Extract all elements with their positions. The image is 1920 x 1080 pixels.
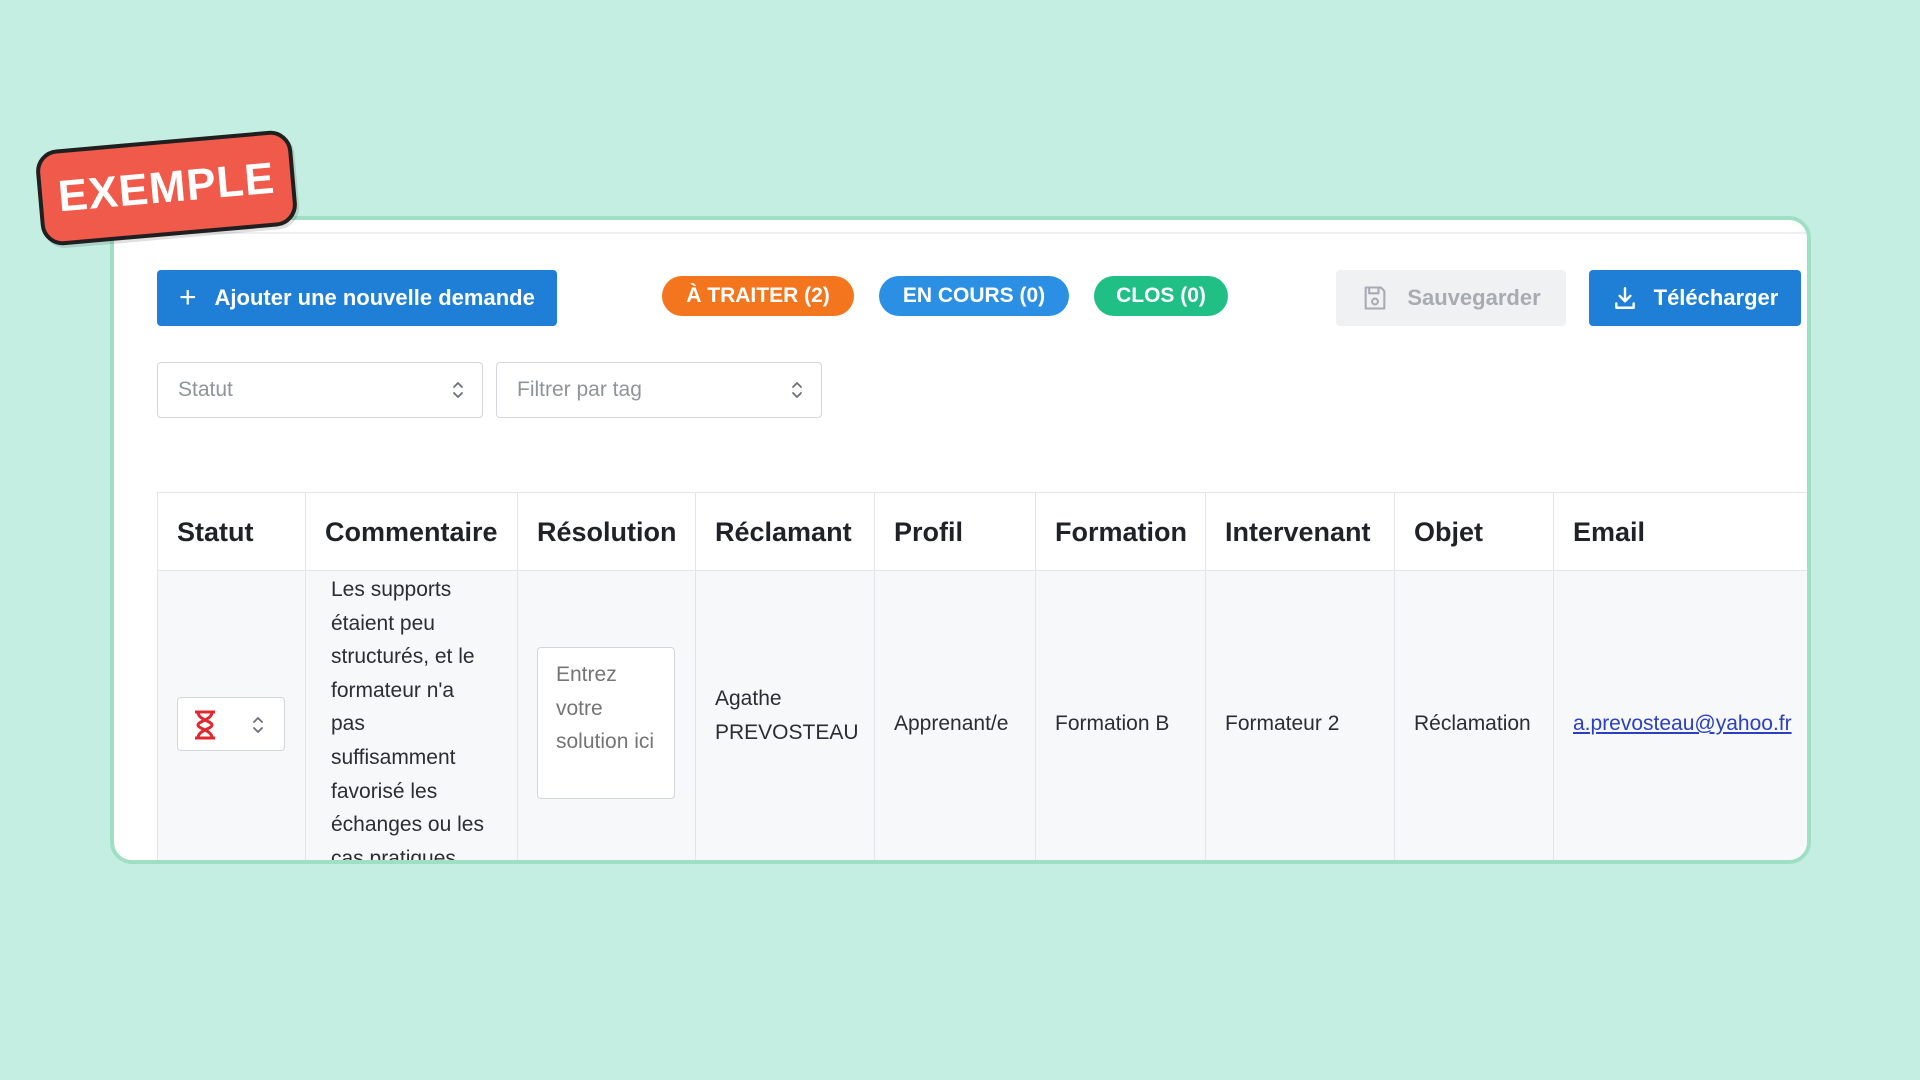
comment-line: formateur n'a bbox=[331, 678, 455, 702]
comment-line: structurés, et le bbox=[331, 645, 475, 669]
tag-filter-placeholder: Filtrer par tag bbox=[517, 378, 642, 401]
cell-intervenant: Formateur 2 bbox=[1206, 571, 1395, 860]
demandes-panel: + Ajouter une nouvelle demande À TRAITER… bbox=[110, 216, 1811, 864]
column-header-objet[interactable]: Objet bbox=[1395, 493, 1554, 571]
save-button[interactable]: Sauvegarder bbox=[1336, 270, 1566, 326]
tag-filter-select[interactable]: Filtrer par tag bbox=[496, 362, 822, 418]
row-status-select[interactable] bbox=[177, 697, 285, 751]
comment-line: cas pratiques bbox=[331, 846, 456, 864]
example-tag-label: EXEMPLE bbox=[56, 153, 277, 222]
filter-pill-en-cours[interactable]: EN COURS (0) bbox=[879, 276, 1069, 316]
status-filter-select[interactable]: Statut bbox=[157, 362, 483, 418]
cell-email: a.prevosteau@yahoo.fr bbox=[1554, 571, 1807, 860]
add-request-label: Ajouter une nouvelle demande bbox=[214, 285, 535, 310]
cell-profil: Apprenant/e bbox=[875, 571, 1036, 860]
objet-value: Réclamation bbox=[1414, 712, 1531, 735]
add-request-button[interactable]: + Ajouter une nouvelle demande bbox=[157, 270, 557, 326]
column-header-formation[interactable]: Formation bbox=[1036, 493, 1206, 571]
comment-line: Les supports bbox=[331, 578, 452, 601]
comment-line: échanges ou les bbox=[331, 813, 484, 837]
column-header-commentaire[interactable]: Commentaire bbox=[306, 493, 518, 571]
claimant-name: Agathe PREVOSTEAU bbox=[715, 682, 859, 749]
column-header-intervenant[interactable]: Intervenant bbox=[1206, 493, 1395, 571]
comment-line: suffisamment bbox=[331, 745, 456, 769]
column-header-email[interactable]: Email bbox=[1554, 493, 1807, 571]
table-row: Les supports étaient peu structurés, et … bbox=[158, 571, 1807, 864]
download-label: Télécharger bbox=[1653, 285, 1779, 310]
cell-formation: Formation B bbox=[1036, 571, 1206, 860]
column-header-statut[interactable]: Statut bbox=[158, 493, 306, 571]
column-header-profil[interactable]: Profil bbox=[875, 493, 1036, 571]
comment-line: pas bbox=[331, 712, 365, 736]
requests-table: Statut Commentaire Résolution Réclamant … bbox=[157, 492, 1807, 864]
chevron-up-down-icon bbox=[453, 382, 463, 398]
save-label: Sauvegarder bbox=[1407, 285, 1541, 310]
cell-reclamant: Agathe PREVOSTEAU bbox=[696, 571, 875, 860]
cell-statut bbox=[158, 571, 306, 860]
claimant-first-name: Agathe bbox=[715, 687, 782, 711]
comment-line: étaient peu bbox=[331, 611, 435, 635]
hourglass-icon bbox=[195, 710, 215, 740]
filter-pill-a-traiter[interactable]: À TRAITER (2) bbox=[662, 276, 854, 316]
floppy-disk-icon bbox=[1364, 286, 1386, 310]
pill-en-cours-label: EN COURS (0) bbox=[902, 284, 1046, 307]
cell-resolution bbox=[518, 571, 696, 860]
plus-icon: + bbox=[179, 281, 197, 314]
status-filter-placeholder: Statut bbox=[178, 378, 233, 401]
cell-objet: Réclamation bbox=[1395, 571, 1554, 860]
download-icon bbox=[1614, 287, 1635, 309]
cell-commentaire: Les supports étaient peu structurés, et … bbox=[306, 571, 518, 864]
intervenant-value: Formateur 2 bbox=[1225, 712, 1340, 735]
resolution-input[interactable] bbox=[537, 647, 675, 799]
panel-top-divider bbox=[114, 232, 1807, 234]
table-header: Statut Commentaire Résolution Réclamant … bbox=[158, 493, 1807, 571]
filter-pill-clos[interactable]: CLOS (0) bbox=[1094, 276, 1228, 316]
pill-clos-label: CLOS (0) bbox=[1116, 284, 1206, 307]
claimant-last-name: PREVOSTEAU bbox=[715, 721, 859, 744]
chevron-up-down-icon bbox=[253, 717, 263, 733]
comment-line: favorisé les bbox=[331, 779, 438, 803]
column-header-reclamant[interactable]: Réclamant bbox=[696, 493, 875, 571]
email-link[interactable]: a.prevosteau@yahoo.fr bbox=[1573, 712, 1792, 736]
pill-a-traiter-label: À TRAITER (2) bbox=[686, 284, 830, 307]
comment-text: Les supports étaient peu structurés, et … bbox=[331, 573, 501, 864]
formation-value: Formation B bbox=[1055, 712, 1170, 735]
download-button[interactable]: Télécharger bbox=[1589, 270, 1801, 326]
column-header-resolution[interactable]: Résolution bbox=[518, 493, 696, 571]
profile-value: Apprenant/e bbox=[894, 712, 1009, 735]
chevron-up-down-icon bbox=[792, 382, 802, 398]
